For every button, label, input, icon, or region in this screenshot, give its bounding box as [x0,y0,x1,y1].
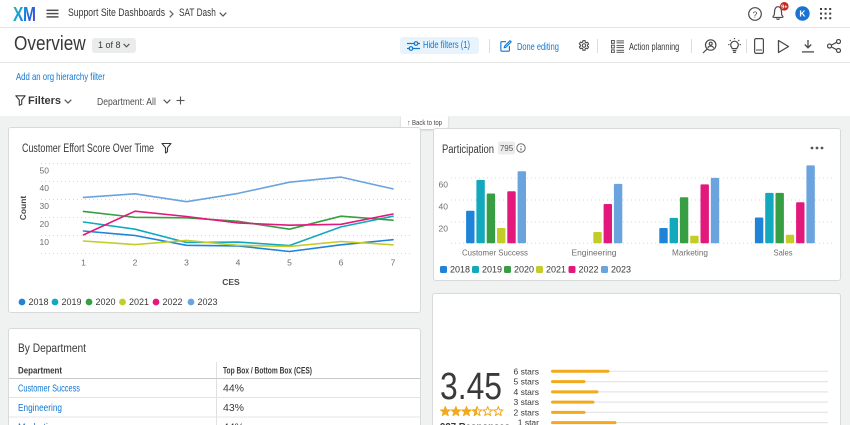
svg-text:20: 20 [439,224,449,234]
svg-text:Top Box / Bottom Box (CES): Top Box / Bottom Box (CES) [223,366,312,376]
svg-text:2022: 2022 [163,297,183,307]
svg-text:2020: 2020 [514,264,534,274]
svg-text:2 stars: 2 stars [513,407,539,417]
svg-text:2021: 2021 [129,297,149,307]
svg-text:3 stars: 3 stars [513,397,539,407]
svg-text:Customer Success: Customer Success [18,383,80,395]
svg-text:6 stars: 6 stars [513,366,539,376]
svg-text:Count: Count [18,196,28,221]
svg-text:Marketing: Marketing [672,248,708,258]
svg-text:1: 1 [81,258,86,268]
svg-text:44%: 44% [223,383,244,395]
svg-text:40: 40 [439,202,449,212]
svg-text:20: 20 [40,219,50,229]
svg-text:Customer Success: Customer Success [462,248,528,258]
svg-text:Customer Effort Score Over Tim: Customer Effort Score Over Time [22,143,154,155]
svg-text:50: 50 [40,166,50,176]
svg-text:795: 795 [500,144,514,153]
svg-text:K: K [799,9,806,19]
svg-text:7: 7 [391,258,396,268]
svg-text:2023: 2023 [198,297,218,307]
svg-text:Engineering: Engineering [18,402,62,414]
svg-text:3.45: 3.45 [440,366,502,408]
svg-text:By Department: By Department [18,343,87,355]
svg-text:6: 6 [339,258,344,268]
svg-text:9+: 9+ [781,4,787,10]
svg-text:5 stars: 5 stars [513,377,539,387]
svg-text:2018: 2018 [29,297,49,307]
svg-text:2019: 2019 [482,264,502,274]
svg-text:10: 10 [40,237,50,247]
svg-text:2018: 2018 [450,264,470,274]
svg-text:4 stars: 4 stars [513,387,539,397]
svg-text:Engineering: Engineering [572,248,617,258]
svg-text:60: 60 [439,180,449,190]
svg-text:Department: Department [18,366,62,376]
svg-text:?: ? [753,9,758,19]
svg-text:2019: 2019 [62,297,82,307]
svg-text:30: 30 [40,201,50,211]
svg-text:Marketing: Marketing [18,422,58,425]
svg-text:3: 3 [184,258,189,268]
svg-text:Participation: Participation [442,144,494,156]
svg-text:1 star: 1 star [518,418,539,425]
svg-text:4: 4 [236,258,241,268]
svg-text:40: 40 [40,183,50,193]
svg-text:43%: 43% [223,402,244,414]
svg-text:5: 5 [287,258,292,268]
svg-text:CES: CES [222,277,240,287]
svg-text:2023: 2023 [611,264,631,274]
svg-text:44%: 44% [223,422,244,425]
svg-text:2022: 2022 [579,264,599,274]
svg-text:Sales: Sales [774,248,793,258]
svg-text:2: 2 [133,258,138,268]
svg-text:2020: 2020 [96,297,116,307]
svg-text:2021: 2021 [546,264,566,274]
